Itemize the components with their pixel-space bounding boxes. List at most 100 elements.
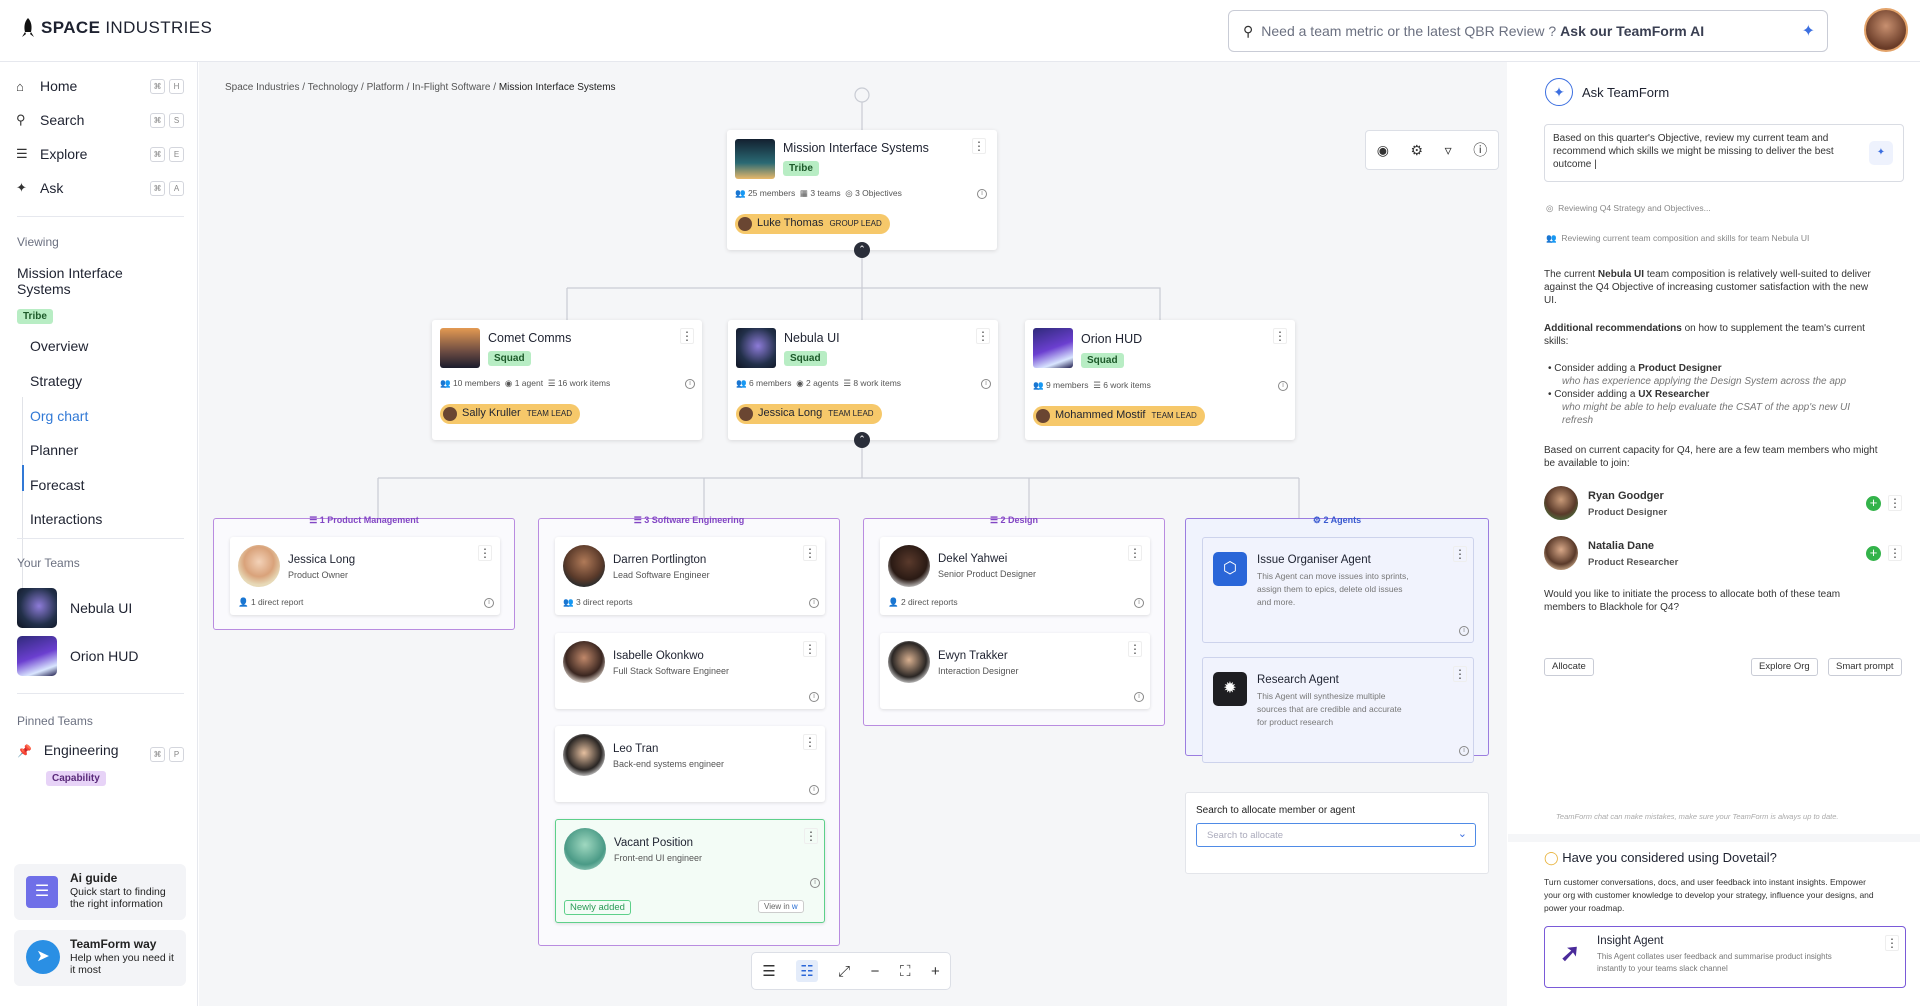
more-icon[interactable]: ⋮ [803, 545, 817, 561]
add-candidate-button[interactable]: + [1866, 546, 1881, 561]
info-icon[interactable]: i [1459, 626, 1469, 636]
person-card[interactable]: Jessica Long Product Owner ⋮ 👤 1 direct … [230, 537, 500, 615]
view-in-button[interactable]: View in w [758, 900, 804, 913]
fullscreen-icon[interactable]: ⛶ [900, 963, 911, 980]
more-icon[interactable]: ⋮ [1453, 666, 1467, 682]
info-icon[interactable]: i [1278, 381, 1288, 391]
org-view-icon[interactable]: ☷ [796, 960, 818, 982]
add-candidate-button[interactable]: + [1866, 496, 1881, 511]
nav-home[interactable]: ⌂ Home ⌘ H [16, 78, 184, 94]
ai-search-input[interactable]: ⚲ Need a team metric or the latest QBR R… [1228, 10, 1828, 52]
more-icon[interactable]: ⋮ [1888, 545, 1902, 561]
more-icon[interactable]: ⋮ [972, 138, 986, 154]
team-orion-hud[interactable]: Orion HUD [70, 648, 138, 664]
step-text: Reviewing Q4 Strategy and Objectives... [1558, 203, 1711, 213]
zoom-in-icon[interactable]: + [931, 963, 940, 980]
info-icon[interactable]: i [981, 379, 991, 389]
dovetail-title: Have you considered using Dovetail? [1562, 850, 1777, 865]
info-icon[interactable]: i [809, 598, 819, 608]
subnav-org-chart[interactable]: Org chart [30, 408, 88, 424]
subnav-forecast[interactable]: Forecast [30, 477, 84, 493]
list-view-icon[interactable]: ☰ [762, 962, 775, 980]
info-icon[interactable]: i [1134, 598, 1144, 608]
squad-card-orion-hud[interactable]: Orion HUD Squad ⋮ 👥 9 members ☰ 6 work i… [1025, 320, 1295, 440]
subnav-interactions[interactable]: Interactions [30, 511, 102, 527]
more-icon[interactable]: ⋮ [1885, 935, 1899, 951]
team-nebula-ui[interactable]: Nebula UI [70, 600, 132, 616]
ai-guide-card[interactable]: ☰ Ai guide Quick start to finding the ri… [14, 864, 186, 920]
more-icon[interactable]: ⋮ [1128, 545, 1142, 561]
allocate-search-input[interactable]: Search to allocate ⌄ [1196, 823, 1476, 847]
org-chart-canvas[interactable]: Space Industries / Technology / Platform… [199, 62, 1507, 1006]
smart-prompt-button[interactable]: Smart prompt [1828, 658, 1902, 676]
ai-prompt-input[interactable]: Based on this quarter's Objective, revie… [1544, 124, 1904, 182]
collapse-icon[interactable]: ⌃ [854, 432, 870, 448]
divider [17, 216, 184, 217]
user-avatar[interactable] [1864, 8, 1908, 52]
more-icon[interactable]: ⋮ [1128, 641, 1142, 657]
more-icon[interactable]: ⋮ [976, 328, 990, 344]
person-card[interactable]: Darren Portlington Lead Software Enginee… [555, 537, 825, 615]
info-icon[interactable]: i [809, 692, 819, 702]
more-icon[interactable]: ⋮ [803, 641, 817, 657]
person-card[interactable]: Leo Tran Back-end systems engineer ⋮ i [555, 726, 825, 802]
more-icon[interactable]: ⋮ [1273, 328, 1287, 344]
tribe-thumbnail [735, 139, 775, 179]
nav-ask[interactable]: ✦ Ask ⌘ A [16, 180, 184, 196]
info-icon[interactable]: i [1134, 692, 1144, 702]
group-product-management: ☰ 1 Product Management Jessica Long Prod… [213, 515, 515, 630]
vacant-position-card[interactable]: Vacant Position Front-end UI engineer ⋮ … [555, 819, 825, 923]
squad-card-nebula-ui[interactable]: Nebula UI Squad ⋮ 👥 6 members ◉ 2 agents… [728, 320, 998, 440]
agent-card-issue-organiser[interactable]: ⬡ Issue Organiser Agent This Agent can m… [1202, 537, 1474, 643]
person-name: Leo Tran [613, 743, 659, 755]
tribe-card[interactable]: Mission Interface Systems Tribe ⋮ 👥 25 m… [727, 130, 997, 250]
pinned-engineering[interactable]: 📌 Engineering ⌘ P [17, 742, 184, 762]
teamform-way-card[interactable]: ➤ TeamForm way Help when you need it it … [14, 930, 186, 986]
info-icon[interactable]: i [810, 878, 820, 888]
more-icon[interactable]: ⋮ [478, 545, 492, 561]
person-card[interactable]: Isabelle Okonkwo Full Stack Software Eng… [555, 633, 825, 709]
more-icon[interactable]: ⋮ [804, 828, 818, 844]
network-icon: ✹ [1213, 672, 1247, 706]
stat: 6 work items [1103, 380, 1151, 390]
logo[interactable]: SPACE INDUSTRIES [20, 18, 212, 38]
collapse-icon[interactable]: ⌃ [854, 242, 870, 258]
search-cta: Ask our TeamForm AI [1560, 23, 1705, 39]
ai-response-p3: Based on current capacity for Q4, here a… [1544, 444, 1878, 470]
person-card[interactable]: Ewyn Trakker Interaction Designer ⋮ i [880, 633, 1150, 709]
text: The current [1544, 269, 1598, 280]
zoom-out-icon[interactable]: − [871, 963, 880, 980]
more-icon[interactable]: ⋮ [1888, 495, 1902, 511]
info-icon[interactable]: i [809, 785, 819, 795]
team-lead-chip[interactable]: Jessica Long TEAM LEAD [736, 404, 882, 424]
layers-icon: ☰ [16, 146, 28, 161]
person-name: Isabelle Okonkwo [613, 650, 704, 662]
dovetail-heading: ◯ Have you considered using Dovetail? [1544, 850, 1777, 866]
subnav-planner[interactable]: Planner [30, 442, 78, 458]
info-icon[interactable]: i [977, 189, 987, 199]
info-icon[interactable]: i [685, 379, 695, 389]
agent-card-research[interactable]: ✹ Research Agent This Agent will synthes… [1202, 657, 1474, 763]
insight-agent-card[interactable]: ➚ Insight Agent This Agent collates user… [1544, 926, 1906, 988]
allocate-button[interactable]: Allocate [1544, 658, 1594, 676]
team-lead-chip[interactable]: Mohammed Mostif TEAM LEAD [1033, 406, 1205, 426]
sparkle-icon[interactable]: ✦ [1869, 141, 1893, 165]
nav-explore[interactable]: ☰ Explore ⌘ E [16, 146, 184, 162]
subnav-strategy[interactable]: Strategy [30, 373, 82, 389]
explore-org-button[interactable]: Explore Org [1751, 658, 1818, 676]
fit-icon[interactable]: ⤢ [838, 963, 850, 980]
person-card[interactable]: Dekel Yahwei Senior Product Designer ⋮ 👤… [880, 537, 1150, 615]
squad-card-comet-comms[interactable]: Comet Comms Squad ⋮ 👥 10 members ◉ 1 age… [432, 320, 702, 440]
more-icon[interactable]: ⋮ [1453, 546, 1467, 562]
more-icon[interactable]: ⋮ [680, 328, 694, 344]
team-lead-chip[interactable]: Sally Kruller TEAM LEAD [440, 404, 581, 424]
nav-search[interactable]: ⚲ Search ⌘ S [16, 112, 184, 128]
desc-line: This Agent collates user feedback and su… [1597, 952, 1832, 961]
ai-response-p2: Additional recommendations on how to sup… [1544, 322, 1865, 348]
info-icon[interactable]: i [484, 598, 494, 608]
more-icon[interactable]: ⋮ [803, 734, 817, 750]
subnav-overview[interactable]: Overview [30, 338, 88, 354]
info-icon[interactable]: i [1459, 746, 1469, 756]
group-lead-chip[interactable]: Luke Thomas GROUP LEAD [735, 214, 890, 234]
person-role: Product Owner [288, 570, 349, 580]
